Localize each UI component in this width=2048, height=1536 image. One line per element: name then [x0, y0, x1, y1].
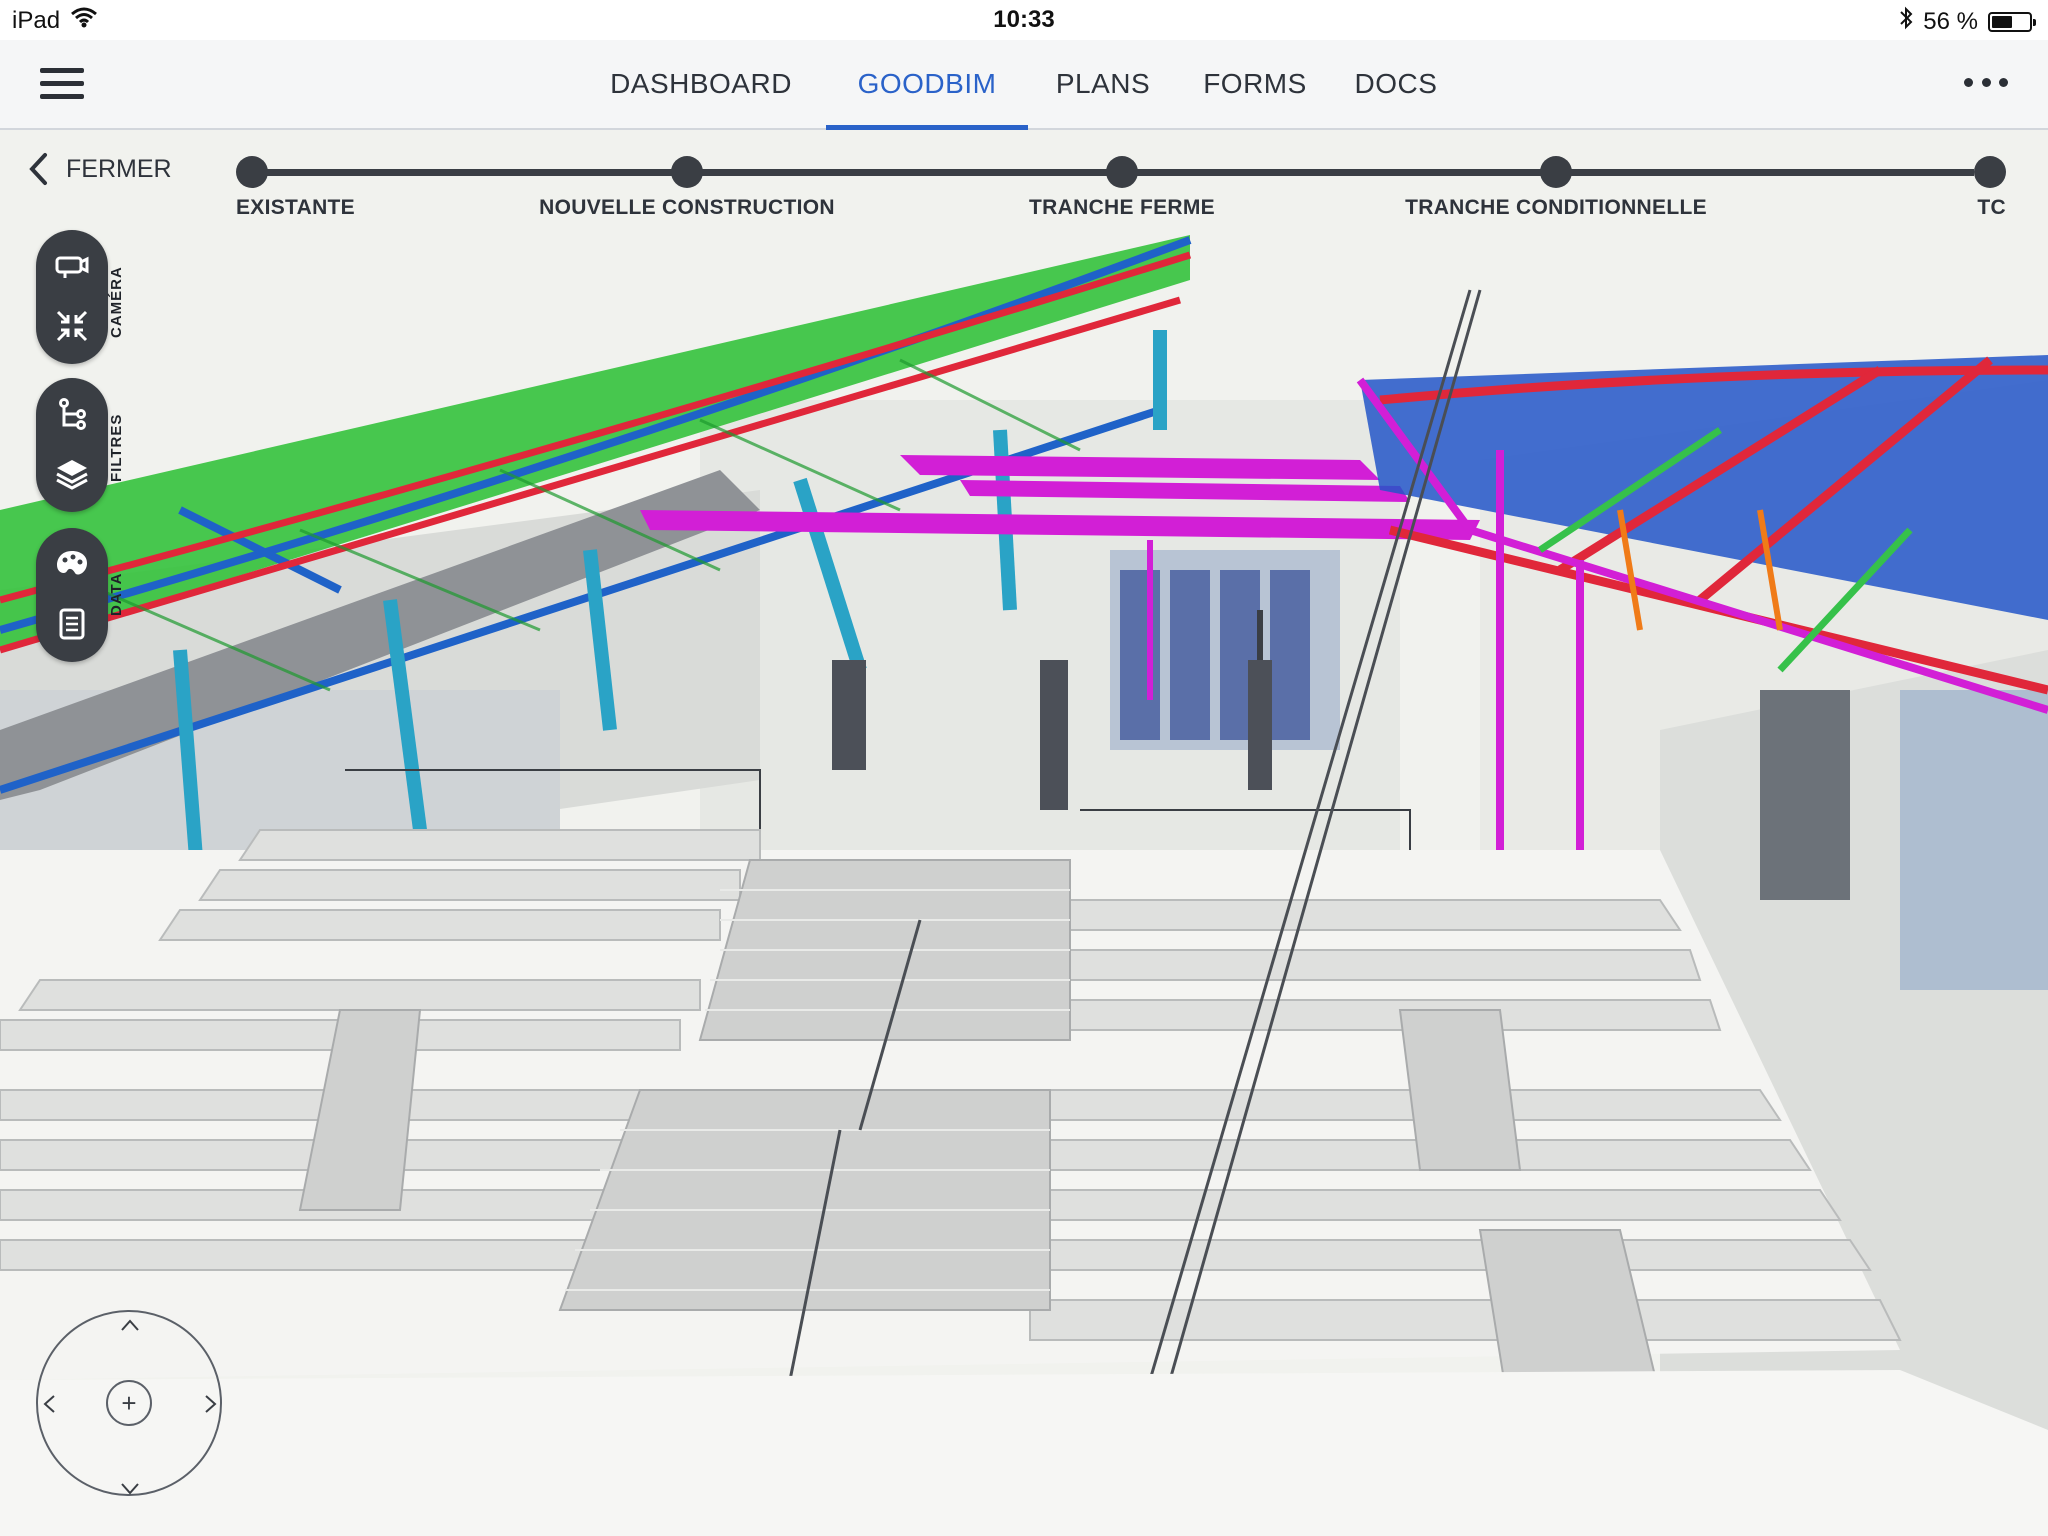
camera-tools-label: CAMÉRA — [108, 266, 125, 338]
joystick-center-button[interactable]: + — [106, 1380, 152, 1426]
battery-icon — [1988, 11, 2036, 32]
tab-goodbim[interactable]: GOODBIM — [826, 40, 1028, 130]
bim-3d-viewport[interactable] — [0, 130, 2048, 1536]
status-bar: iPad 10:33 56 % — [0, 0, 2048, 40]
camera-tools — [36, 230, 108, 364]
fit-view-icon[interactable] — [36, 298, 108, 354]
phase-label: TC — [1977, 196, 2006, 219]
close-button[interactable]: FERMER — [28, 152, 172, 186]
layers-icon[interactable] — [36, 446, 108, 502]
phase-label: TRANCHE CONDITIONNELLE — [1405, 196, 1707, 219]
tab-plans[interactable]: PLANS — [1050, 40, 1156, 128]
bluetooth-icon — [1899, 6, 1913, 37]
top-navigation: DASHBOARD GOODBIM PLANS FORMS DOCS — [0, 40, 2048, 130]
close-label: FERMER — [66, 154, 172, 183]
status-right: 56 % — [1899, 6, 2036, 37]
phase-label: TRANCHE FERME — [1029, 196, 1215, 219]
filter-tools-label: FILTRES — [108, 413, 125, 482]
phase-dot[interactable] — [1974, 156, 2006, 188]
phase-label: NOUVELLE CONSTRUCTION — [539, 196, 835, 219]
arrow-right-icon[interactable] — [204, 1394, 218, 1418]
phase-timeline: EXISTANTE NOUVELLE CONSTRUCTION TRANCHE … — [236, 156, 2006, 240]
tab-docs[interactable]: DOCS — [1352, 40, 1440, 128]
data-tools — [36, 528, 108, 662]
more-dots-icon[interactable] — [1964, 78, 2008, 88]
filter-tools — [36, 378, 108, 512]
phase-label: EXISTANTE — [236, 196, 355, 219]
data-tools-label: DATA — [108, 572, 125, 616]
battery-fill — [1992, 15, 2012, 28]
phase-dot[interactable] — [1540, 156, 1572, 188]
chevron-left-icon — [28, 152, 48, 186]
battery-percent: 56 % — [1923, 7, 1978, 35]
phase-dot[interactable] — [1106, 156, 1138, 188]
camera-icon[interactable] — [36, 238, 108, 294]
clock: 10:33 — [993, 6, 1055, 33]
arrow-left-icon[interactable] — [42, 1394, 56, 1418]
phase-dot[interactable] — [236, 156, 268, 188]
navigation-joystick[interactable]: + — [36, 1310, 222, 1496]
arrow-up-icon[interactable] — [120, 1314, 140, 1336]
arrow-down-icon[interactable] — [120, 1478, 140, 1500]
tab-dashboard[interactable]: DASHBOARD — [602, 40, 800, 128]
bim-model-render — [0, 130, 2048, 1536]
tab-forms[interactable]: FORMS — [1200, 40, 1310, 128]
phase-dot[interactable] — [671, 156, 703, 188]
document-icon[interactable] — [36, 596, 108, 652]
tab-bar: DASHBOARD GOODBIM PLANS FORMS DOCS — [0, 40, 2048, 130]
filter-tree-icon[interactable] — [36, 386, 108, 442]
palette-icon[interactable] — [36, 536, 108, 592]
